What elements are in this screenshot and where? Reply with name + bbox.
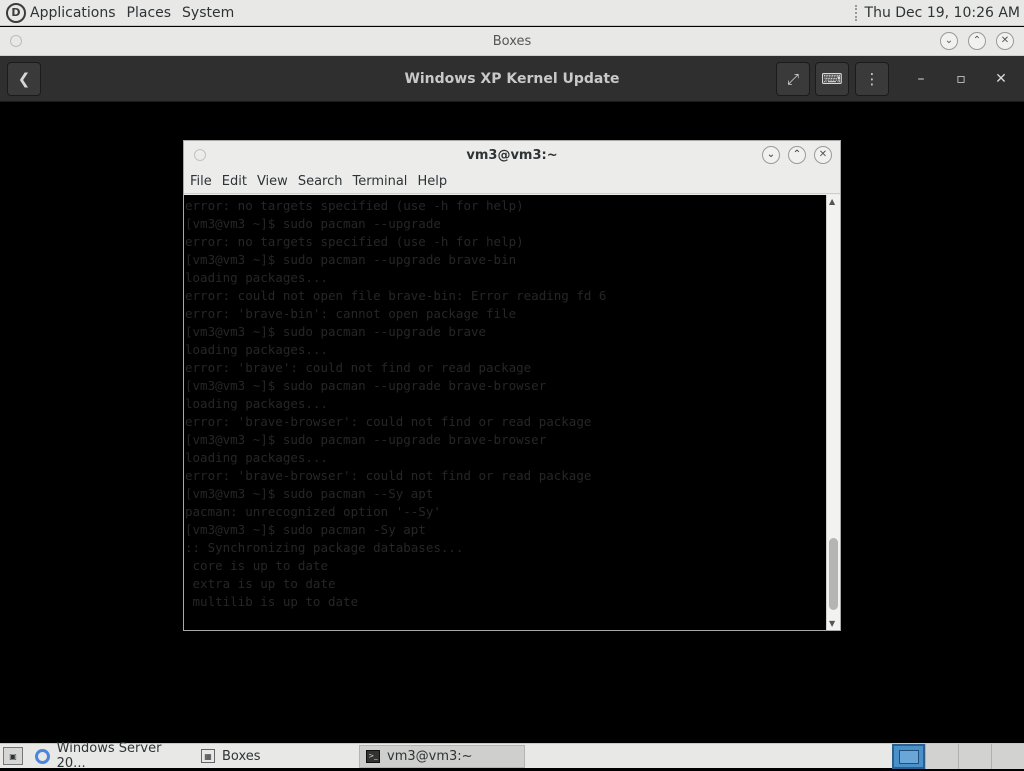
close-button[interactable]: ✕ (996, 32, 1014, 50)
vm-maximize-button[interactable]: ▫ (950, 68, 972, 90)
panel-grip-icon (854, 4, 859, 21)
workspace-2[interactable] (925, 744, 958, 769)
terminal-line: [vm3@vm3 ~]$ sudo pacman --upgrade (185, 216, 441, 231)
distro-logo-icon[interactable]: D (6, 2, 26, 23)
terminal-line: loading packages... (185, 396, 328, 411)
terminal-scrollbar[interactable]: ▲ ▼ (826, 195, 840, 630)
menu-search[interactable]: Search (298, 174, 343, 189)
terminal-line: pacman: unrecognized option '--Sy' (185, 504, 441, 519)
terminal-line: [vm3@vm3 ~]$ sudo pacman --Sy apt (185, 486, 434, 501)
workspace-switcher (892, 744, 1024, 769)
workspace-1[interactable] (892, 744, 925, 769)
terminal-line: loading packages... (185, 342, 328, 357)
terminal-line: error: no targets specified (use -h for … (185, 198, 524, 213)
terminal-line: [vm3@vm3 ~]$ sudo pacman --upgrade brave… (185, 432, 547, 447)
top-panel: D Applications Places System Thu Dec 19,… (0, 0, 1024, 26)
workspace-4[interactable] (991, 744, 1024, 769)
terminal-line: error: 'brave-bin': cannot open package … (185, 306, 517, 321)
boxes-window-controls: ⌄ ⌃ ✕ (940, 32, 1014, 50)
terminal-line: core is up to date (185, 558, 328, 573)
terminal-menubar: File Edit View Search Terminal Help (184, 170, 840, 194)
vm-title: Windows XP Kernel Update (404, 70, 620, 87)
terminal-title: vm3@vm3:~ (466, 148, 558, 163)
task-windows-server[interactable]: Windows Server 20... (29, 741, 189, 771)
places-menu[interactable]: Places (127, 5, 172, 21)
task-terminal[interactable]: >_ vm3@vm3:~ (359, 744, 525, 768)
system-menu[interactable]: System (182, 5, 234, 21)
applications-menu[interactable]: Applications (30, 5, 116, 21)
desktop-icon: ▣ (9, 751, 17, 761)
menu-help[interactable]: Help (417, 174, 447, 189)
terminal-line: [vm3@vm3 ~]$ sudo pacman --upgrade brave… (185, 252, 517, 267)
window-menu-icon[interactable] (10, 35, 22, 47)
more-options-button[interactable]: ⋮ (855, 62, 889, 96)
chevron-left-icon: ❮ (17, 70, 31, 88)
scroll-up-icon[interactable]: ▲ (829, 197, 835, 206)
menu-file[interactable]: File (190, 174, 212, 189)
task-label: vm3@vm3:~ (387, 748, 473, 764)
workspace-3[interactable] (958, 744, 991, 769)
terminal-line: error: 'brave': could not find or read p… (185, 360, 532, 375)
menu-view[interactable]: View (257, 174, 288, 189)
terminal-window: vm3@vm3:~ ⌄ ⌃ ✕ File Edit View Search Te… (183, 140, 841, 631)
bottom-taskbar: ▣ Windows Server 20... ▦ Boxes >_ vm3@vm… (0, 741, 1024, 771)
scrollbar-thumb[interactable] (829, 538, 838, 610)
minimize-button[interactable]: ⌄ (940, 32, 958, 50)
terminal-window-menu-icon[interactable] (194, 149, 206, 161)
boxes-app-icon: ▦ (201, 749, 215, 763)
task-boxes[interactable]: ▦ Boxes (195, 745, 353, 768)
terminal-minimize-button[interactable]: ⌄ (762, 146, 780, 164)
back-button[interactable]: ❮ (7, 62, 41, 96)
keyboard-button[interactable]: ⌨ (815, 62, 849, 96)
vm-close-button[interactable]: ✕ (990, 68, 1012, 90)
terminal-line: error: 'brave-browser': could not find o… (185, 414, 592, 429)
terminal-line: error: no targets specified (use -h for … (185, 234, 524, 249)
task-label: Windows Server 20... (56, 741, 162, 771)
terminal-line: :: Synchronizing package databases... (185, 540, 464, 555)
terminal-app-icon: >_ (366, 749, 380, 763)
browser-icon (35, 748, 50, 764)
terminal-line: extra is up to date (185, 576, 336, 591)
keyboard-icon: ⌨ (821, 70, 843, 88)
terminal-titlebar[interactable]: vm3@vm3:~ ⌄ ⌃ ✕ (184, 141, 840, 170)
clock[interactable]: Thu Dec 19, 10:26 AM (865, 5, 1020, 21)
fullscreen-icon: ⤢ (786, 70, 799, 88)
terminal-line: [vm3@vm3 ~]$ sudo pacman --upgrade brave… (185, 378, 547, 393)
terminal-line: [vm3@vm3 ~]$ sudo pacman -Sy apt (185, 522, 426, 537)
terminal-line: loading packages... (185, 450, 328, 465)
fullscreen-button[interactable]: ⤢ (776, 62, 810, 96)
terminal-line: error: 'brave-browser': could not find o… (185, 468, 592, 483)
maximize-button[interactable]: ⌃ (968, 32, 986, 50)
terminal-close-button[interactable]: ✕ (814, 146, 832, 164)
boxes-titlebar: Boxes ⌄ ⌃ ✕ (0, 27, 1024, 56)
terminal-line: loading packages... (185, 270, 328, 285)
boxes-window-title: Boxes (492, 33, 532, 49)
terminal-output[interactable]: error: no targets specified (use -h for … (184, 195, 827, 630)
terminal-maximize-button[interactable]: ⌃ (788, 146, 806, 164)
terminal-line: [vm3@vm3 ~]$ sudo pacman --upgrade brave (185, 324, 487, 339)
scroll-down-icon[interactable]: ▼ (829, 619, 835, 628)
task-label: Boxes (222, 748, 261, 764)
terminal-window-controls: ⌄ ⌃ ✕ (762, 146, 832, 164)
terminal-line: error: could not open file brave-bin: Er… (185, 288, 607, 303)
menu-terminal[interactable]: Terminal (352, 174, 407, 189)
more-vertical-icon: ⋮ (864, 70, 880, 88)
terminal-line: multilib is up to date (185, 594, 359, 609)
boxes-header-bar: ❮ Windows XP Kernel Update ⤢ ⌨ ⋮ – ▫ ✕ (0, 56, 1024, 102)
vm-minimize-button[interactable]: – (910, 68, 932, 90)
menu-edit[interactable]: Edit (222, 174, 247, 189)
show-desktop-button[interactable]: ▣ (3, 747, 23, 765)
